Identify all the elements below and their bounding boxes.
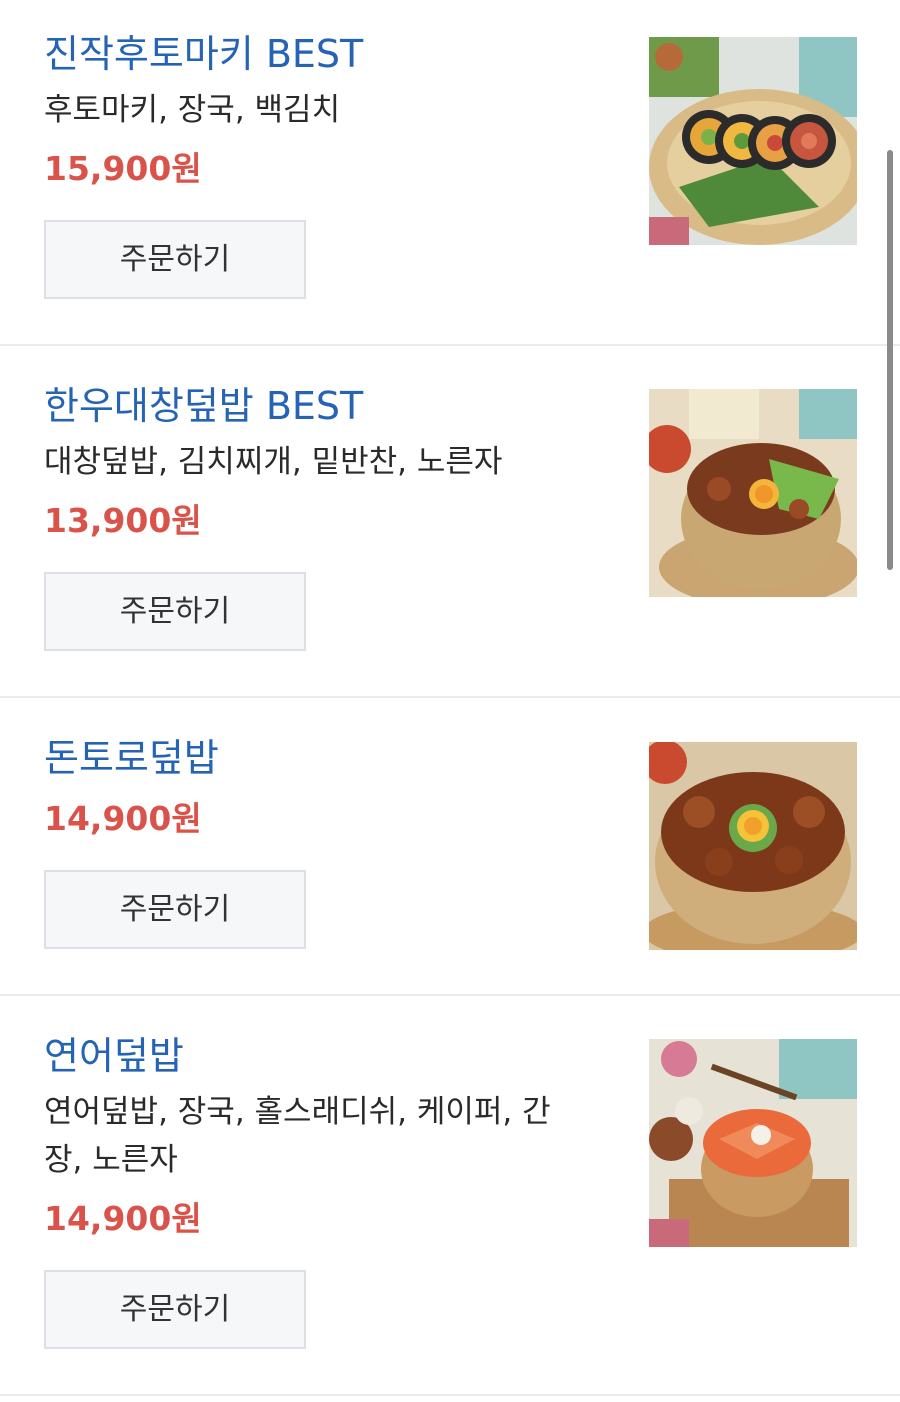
order-button[interactable]: 주문하기: [44, 1270, 306, 1349]
beef-intestine-rice-bowl-photo[interactable]: [649, 389, 857, 597]
menu-item[interactable]: 연어덮밥 연어덮밥, 장국, 홀스래디쉬, 케이퍼, 간장, 노른자 14,90…: [0, 996, 900, 1396]
pork-jowl-rice-bowl-photo[interactable]: [649, 742, 857, 950]
menu-item[interactable]: 돈토로덮밥 14,900원 주문하기: [0, 698, 900, 996]
menu-item-title: 한우대창덮밥 BEST: [44, 384, 364, 428]
menu-item-title: 진작후토마키 BEST: [44, 32, 364, 76]
order-button[interactable]: 주문하기: [44, 870, 306, 949]
menu-item-price: 13,900원: [44, 501, 202, 540]
menu-item-title: 돈토로덮밥: [44, 736, 219, 780]
futomaki-roll-photo[interactable]: [649, 37, 857, 245]
menu-item-description: 대창덮밥, 김치찌개, 밑반찬, 노른자: [44, 444, 503, 480]
scrollbar-thumb[interactable]: [887, 150, 893, 570]
menu-item-price: 14,900원: [44, 799, 202, 838]
menu-item[interactable]: 진작후토마키 BEST 후토마키, 장국, 백김치 15,900원 주문하기: [0, 0, 900, 346]
menu-item-price: 14,900원: [44, 1199, 202, 1238]
salmon-rice-bowl-photo[interactable]: [649, 1039, 857, 1247]
order-button[interactable]: 주문하기: [44, 572, 306, 651]
menu-item-title: 연어덮밥: [44, 1034, 184, 1078]
menu-item-price: 15,900원: [44, 149, 202, 188]
menu-item[interactable]: 한우대창덮밥 BEST 대창덮밥, 김치찌개, 밑반찬, 노른자 13,900원…: [0, 346, 900, 698]
menu-item-description: 후토마키, 장국, 백김치: [44, 92, 341, 128]
menu-item-description: 연어덮밥, 장국, 홀스래디쉬, 케이퍼, 간장, 노른자: [44, 1094, 551, 1178]
order-button[interactable]: 주문하기: [44, 220, 306, 299]
